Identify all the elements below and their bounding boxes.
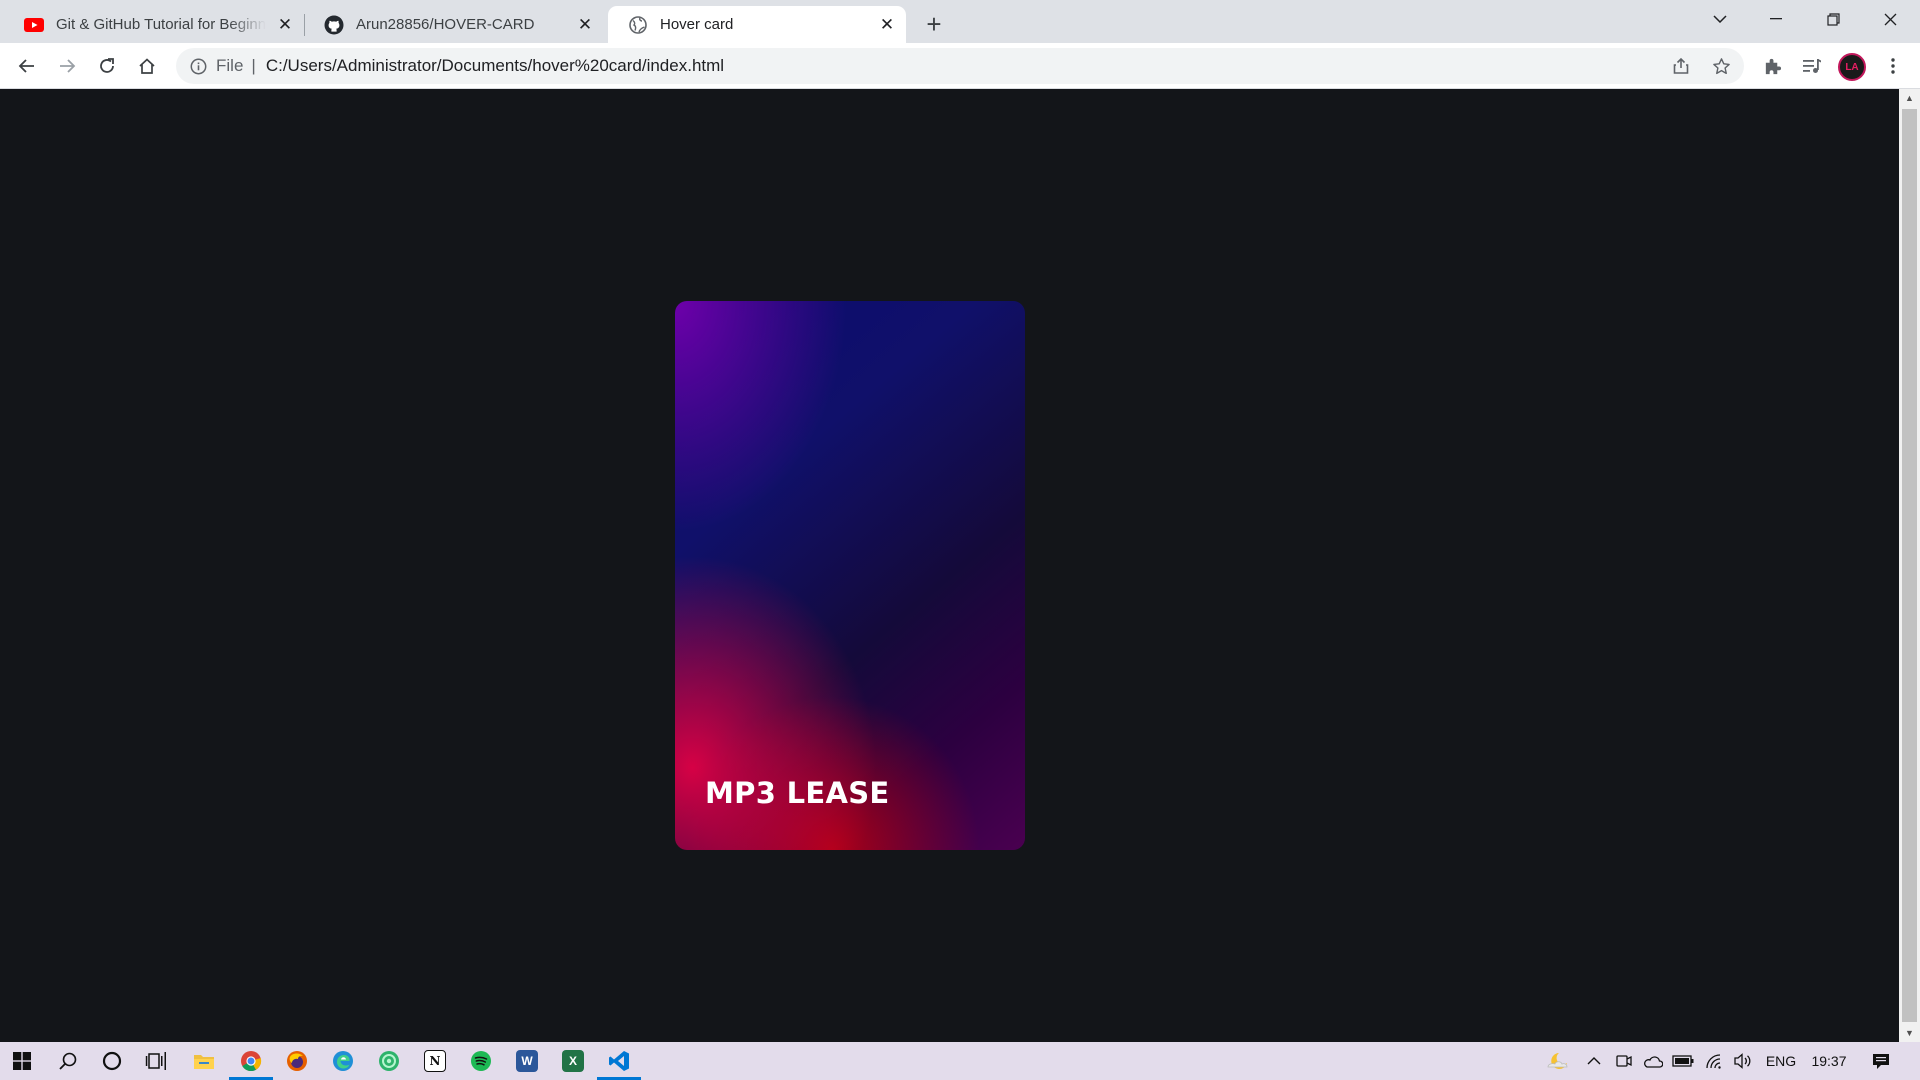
share-icon[interactable] — [1669, 54, 1693, 78]
home-button[interactable] — [131, 50, 163, 82]
menu-button[interactable] — [1877, 50, 1909, 82]
spotify-icon[interactable] — [459, 1042, 503, 1080]
chevron-down-icon — [1713, 15, 1727, 23]
page-viewport: MP3 LEASE — [0, 89, 1899, 1042]
youtube-icon — [24, 15, 44, 35]
puzzle-icon — [1765, 58, 1781, 74]
tab-github[interactable]: Arun28856/HOVER-CARD ✕ — [304, 6, 604, 43]
scroll-up-arrow-icon[interactable]: ▲ — [1899, 89, 1920, 107]
close-window-button[interactable] — [1862, 0, 1918, 38]
new-tab-button[interactable]: + — [918, 8, 950, 40]
browser-toolbar: File | C:/Users/Administrator/Documents/… — [0, 43, 1920, 89]
restore-icon — [1826, 12, 1840, 26]
file-explorer-icon[interactable] — [182, 1042, 226, 1080]
extensions-button[interactable] — [1756, 50, 1788, 82]
hover-card[interactable]: MP3 LEASE — [675, 301, 1025, 850]
arrow-right-icon — [60, 59, 76, 73]
minimize-button[interactable] — [1748, 0, 1804, 38]
word-icon[interactable]: W — [505, 1042, 549, 1080]
profile-avatar[interactable]: LA — [1838, 53, 1866, 81]
kebab-menu-icon — [1891, 58, 1895, 74]
media-queue-icon — [1803, 59, 1821, 73]
weather-icon[interactable] — [1540, 1042, 1576, 1080]
close-icon — [1884, 13, 1896, 25]
notion-icon[interactable]: N — [413, 1042, 457, 1080]
edge-icon[interactable] — [321, 1042, 365, 1080]
scroll-down-arrow-icon[interactable]: ▼ — [1899, 1024, 1920, 1042]
scroll-thumb[interactable] — [1902, 109, 1917, 1022]
tab-hover-card[interactable]: Hover card ✕ — [608, 6, 906, 43]
minimize-icon — [1770, 18, 1782, 20]
browser-tab-strip: Git & GitHub Tutorial for Beginners ✕ Ar… — [0, 0, 1920, 43]
vertical-scrollbar[interactable]: ▲ ▼ — [1899, 89, 1920, 1042]
close-icon[interactable]: ✕ — [274, 14, 296, 36]
forward-button[interactable] — [51, 50, 83, 82]
battery-icon[interactable] — [1670, 1042, 1696, 1080]
globe-icon — [628, 15, 648, 35]
chrome-icon[interactable] — [229, 1042, 273, 1080]
restore-button[interactable] — [1805, 0, 1861, 38]
clock-time[interactable]: 19:37 — [1806, 1042, 1852, 1080]
arrow-left-icon — [18, 59, 34, 73]
tab-title: Git & GitHub Tutorial for Beginners — [56, 16, 266, 33]
address-bar[interactable]: File | C:/Users/Administrator/Documents/… — [176, 48, 1744, 84]
windows-taskbar: N W X ENG 19:37 — [0, 1042, 1920, 1080]
vscode-icon[interactable] — [597, 1042, 641, 1080]
app-green-icon[interactable] — [367, 1042, 411, 1080]
tab-search-button[interactable] — [1692, 0, 1748, 38]
reload-button[interactable] — [91, 50, 123, 82]
reload-icon — [100, 58, 114, 73]
task-view-icon[interactable] — [134, 1042, 178, 1080]
media-control-button[interactable] — [1796, 50, 1828, 82]
back-button[interactable] — [11, 50, 43, 82]
close-icon[interactable]: ✕ — [574, 14, 596, 36]
onedrive-icon[interactable] — [1640, 1042, 1666, 1080]
info-icon[interactable] — [186, 54, 210, 78]
tab-youtube[interactable]: Git & GitHub Tutorial for Beginners ✕ — [4, 6, 304, 43]
github-icon — [324, 15, 344, 35]
url-text[interactable]: C:/Users/Administrator/Documents/hover%2… — [266, 56, 724, 76]
url-scheme-label: File — [216, 56, 244, 75]
language-indicator[interactable]: ENG — [1762, 1042, 1800, 1080]
firefox-icon[interactable] — [275, 1042, 319, 1080]
close-icon[interactable]: ✕ — [876, 14, 898, 36]
bookmark-star-icon[interactable] — [1709, 54, 1733, 78]
tab-title: Hover card — [660, 16, 734, 33]
search-icon[interactable] — [46, 1042, 90, 1080]
cortana-icon[interactable] — [90, 1042, 134, 1080]
chevron-up-icon[interactable] — [1582, 1042, 1606, 1080]
notification-center-icon[interactable] — [1864, 1042, 1898, 1080]
meet-now-icon[interactable] — [1612, 1042, 1636, 1080]
card-title: MP3 LEASE — [705, 776, 890, 810]
wifi-icon[interactable] — [1700, 1042, 1726, 1080]
excel-icon[interactable]: X — [551, 1042, 595, 1080]
url-separator: | — [251, 56, 256, 75]
tab-title: Arun28856/HOVER-CARD — [356, 16, 535, 33]
volume-icon[interactable] — [1730, 1042, 1756, 1080]
home-icon — [139, 58, 155, 74]
windows-start-icon[interactable] — [0, 1042, 44, 1080]
